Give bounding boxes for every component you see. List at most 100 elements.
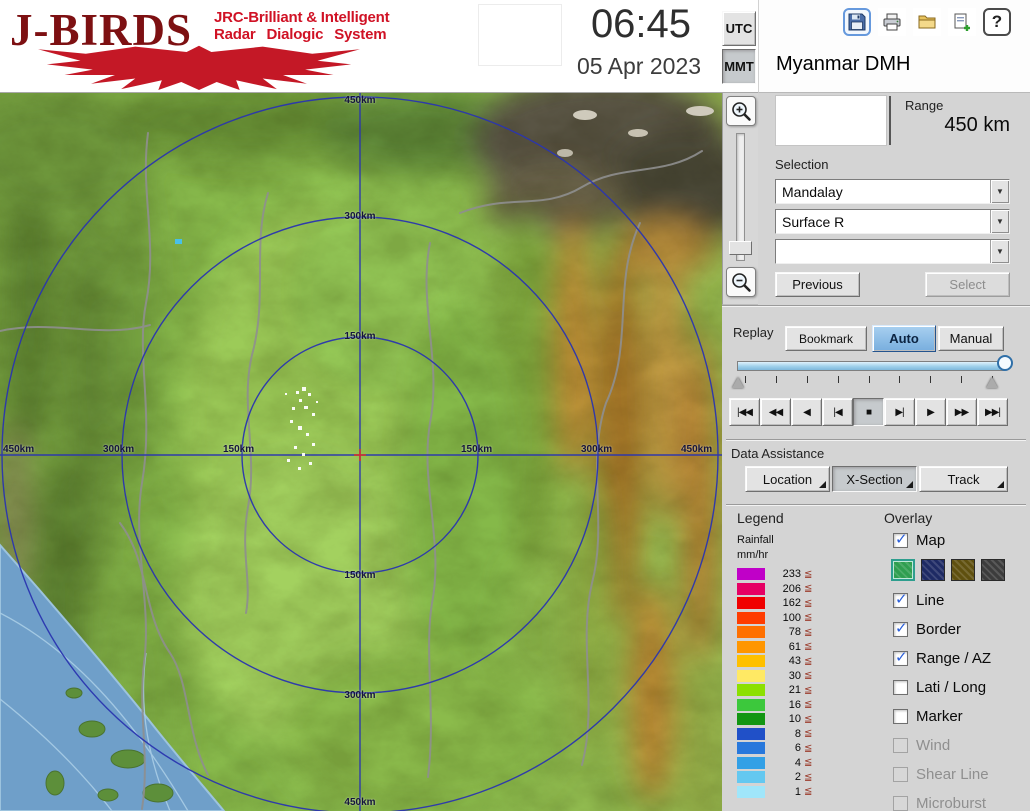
radar-map[interactable]: 450km 300km 150km 150km 300km 450km 450k… [0,93,722,811]
selection-dropdown-1[interactable]: Mandalay [775,179,1010,204]
legend-color-swatch [737,786,765,798]
selection-dropdown-2[interactable]: Surface R [775,209,1010,234]
replay-range-end-marker[interactable] [986,377,998,388]
playback-step-forward-button[interactable]: ▶| [884,398,915,426]
legend-lte-symbol: ≦ [804,786,812,797]
zoom-out-button[interactable] [726,267,756,297]
playback-bar: |◀◀◀◀◀|◀■▶|▶▶▶▶▶| [729,398,1008,426]
utc-button[interactable]: UTC [722,11,756,46]
replay-range-start-marker[interactable] [732,377,744,388]
overlay-list: Line Border Range / AZ Lati / Long Marke… [893,586,991,811]
range-ring-label: 300km [581,444,612,455]
legend-subtitle: Rainfall [737,534,774,546]
open-button[interactable] [913,8,941,36]
legend-value: 16 [775,699,801,711]
overlay-item-lati-long[interactable]: Lati / Long [893,673,991,702]
playback-icon: ▶▶ [955,407,968,418]
zoom-controls [722,93,758,305]
legend-value: 206 [775,583,801,595]
replay-slider-thumb[interactable] [997,355,1013,371]
legend-lte-symbol: ≦ [804,699,812,710]
range-ring-label: 450km [342,95,378,106]
playback-stop-button[interactable]: ■ [853,398,884,426]
range-ring-label: 150km [342,570,378,581]
range-ring-label: 450km [342,797,378,808]
legend-value: 30 [775,670,801,682]
map-style-swatch-green[interactable] [891,559,915,581]
print-button[interactable] [878,8,906,36]
map-style-swatch-navy[interactable] [921,559,945,581]
overlay-swatches [891,559,1005,581]
zoom-in-button[interactable] [726,96,756,126]
legend-color-swatch [737,713,765,725]
overlay-item-label: Wind [916,737,950,754]
overlay-item-line[interactable]: Line [893,586,991,615]
overlay-item-shear-line: Shear Line [893,760,991,789]
blank-panel [478,4,562,66]
legend-lte-symbol: ≦ [804,743,812,754]
separator [726,504,1026,506]
overlay-item-border[interactable]: Border [893,615,991,644]
playback-skip-last-button[interactable]: ▶▶| [977,398,1008,426]
selection-dropdown-3[interactable] [775,239,1010,264]
slider-tick [776,376,777,383]
map-style-swatch-dark-grey[interactable] [981,559,1005,581]
map-checkbox[interactable] [893,533,908,548]
playback-icon: ▶▶| [985,407,1000,418]
location-button[interactable]: Location [745,466,830,492]
replay-slider-track[interactable] [737,361,1005,371]
playback-fast-rewind-button[interactable]: ◀◀ [760,398,791,426]
playback-icon: ◀ [803,407,810,418]
dropdown-arrow-button[interactable] [990,240,1009,263]
legend-color-swatch [737,699,765,711]
playback-play-reverse-button[interactable]: ◀ [791,398,822,426]
add-image-button[interactable] [948,8,976,36]
legend-lte-symbol: ≦ [804,772,812,783]
legend-row: 100 ≦ [737,611,812,626]
overlay-checkbox[interactable] [893,593,908,608]
legend-value: 10 [775,713,801,725]
legend-value: 4 [775,757,801,769]
zoom-slider-thumb[interactable] [729,241,752,255]
overlay-item-wind: Wind [893,731,991,760]
overlay-title: Overlay [884,510,932,526]
playback-fast-forward-button[interactable]: ▶▶ [946,398,977,426]
auto-button[interactable]: Auto [872,325,936,352]
playback-skip-first-button[interactable]: |◀◀ [729,398,760,426]
logo-tagline-line2: Radar Dialogic System [214,26,389,43]
playback-icon: ▶| [895,407,903,418]
j-birds-app: J-BIRDS JRC-Brilliant & Intelligent Rada… [0,0,1030,811]
dropdown-arrow-button[interactable] [990,210,1009,233]
overlay-item-range-az[interactable]: Range / AZ [893,644,991,673]
mmt-button[interactable]: MMT [722,49,756,84]
legend-row: 43 ≦ [737,654,812,669]
overlay-checkbox[interactable] [893,709,908,724]
legend-row: 78 ≦ [737,625,812,640]
help-button[interactable]: ? [983,8,1011,36]
overlay-checkbox[interactable] [893,680,908,695]
submenu-corner-icon [819,481,826,488]
x-section-button[interactable]: X-Section [832,466,917,492]
legend-value: 162 [775,597,801,609]
slider-tick [838,376,839,383]
overlay-item-microburst: Microburst [893,789,991,811]
overlay-checkbox[interactable] [893,651,908,666]
previous-button[interactable]: Previous [775,272,860,297]
playback-step-back-button[interactable]: |◀ [822,398,853,426]
slider-ticks [745,376,993,383]
station-title: Myanmar DMH [776,53,910,76]
manual-button[interactable]: Manual [938,326,1004,351]
dropdown-arrow-button[interactable] [990,180,1009,203]
map-style-swatch-olive[interactable] [951,559,975,581]
legend-value: 8 [775,728,801,740]
playback-play-button[interactable]: ▶ [915,398,946,426]
bookmark-button[interactable]: Bookmark [785,326,867,351]
track-button[interactable]: Track [919,466,1008,492]
save-button[interactable] [843,8,871,36]
dropdown-value: Mandalay [776,180,990,203]
overlay-checkbox[interactable] [893,622,908,637]
overlay-item-map[interactable]: Map [893,528,945,552]
legend-value: 6 [775,742,801,754]
legend-row: 162 ≦ [737,596,812,611]
overlay-item-marker[interactable]: Marker [893,702,991,731]
